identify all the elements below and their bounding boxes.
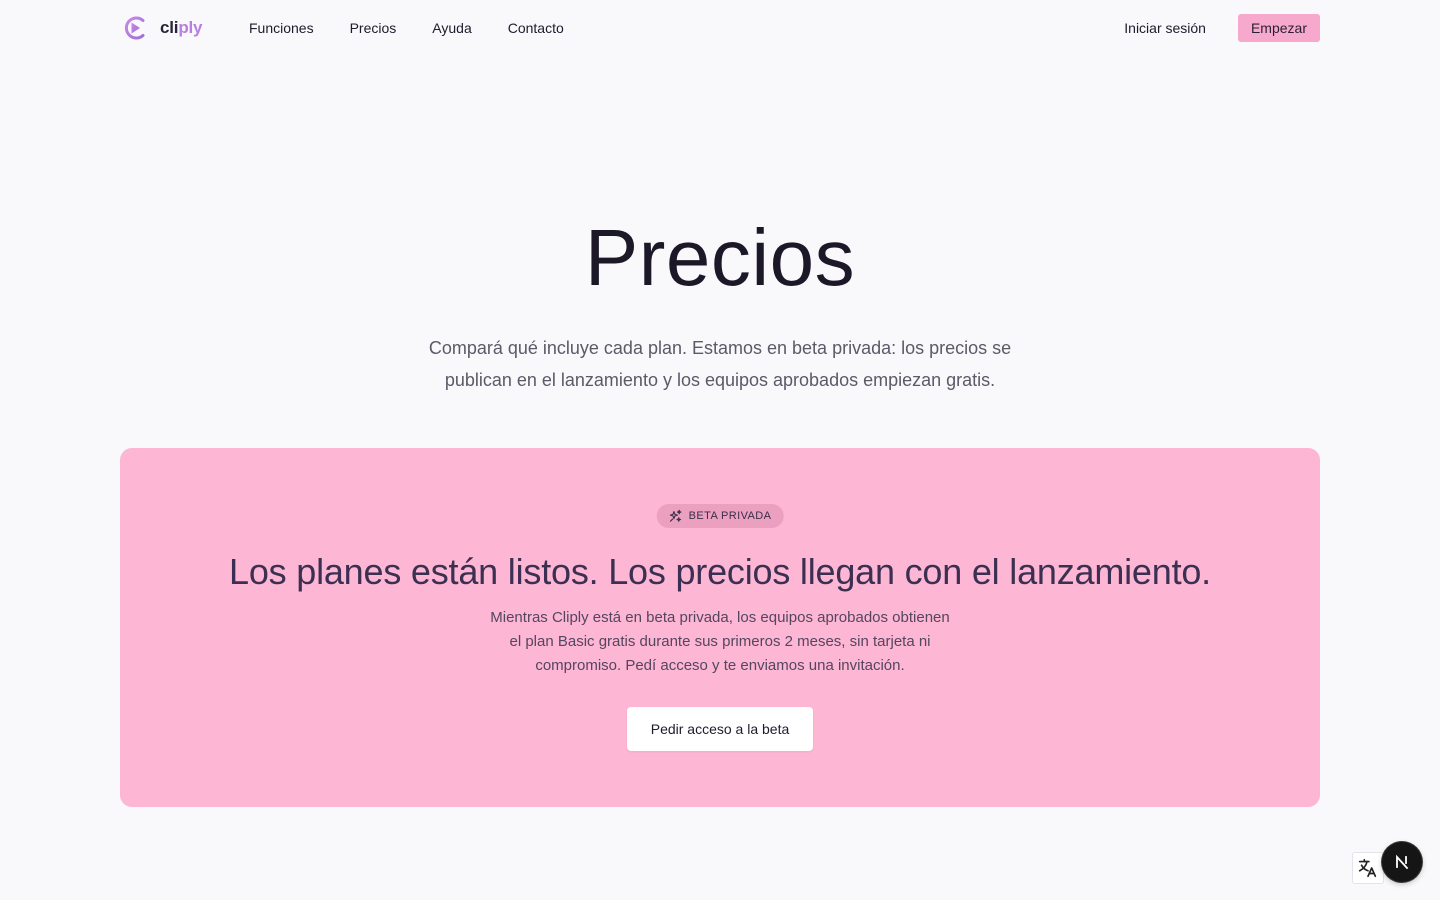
nav-item-precios[interactable]: Precios	[350, 18, 397, 38]
get-started-button[interactable]: Empezar	[1237, 14, 1320, 42]
logo-text-part1: cli	[160, 18, 179, 37]
beta-badge-label: BETA PRIVADA	[688, 510, 772, 522]
nav-item-ayuda[interactable]: Ayuda	[432, 18, 471, 38]
page-title: Precios	[584, 213, 856, 302]
logo-text-part2: ply	[178, 18, 203, 37]
site-header: cliply Funciones Precios Ayuda Contacto …	[0, 0, 1440, 56]
logo-link[interactable]: cliply	[122, 14, 202, 42]
beta-card-title: Los planes están listos. Los precios lle…	[229, 551, 1211, 592]
beta-card: BETA PRIVADA Los planes están listos. Lo…	[120, 448, 1320, 807]
beta-card-description: Mientras Cliply está en beta privada, lo…	[490, 609, 950, 674]
translate-icon	[1358, 858, 1377, 878]
nav-item-contacto[interactable]: Contacto	[508, 18, 564, 38]
beta-badge: BETA PRIVADA	[656, 504, 784, 528]
nextjs-n-icon	[1396, 854, 1409, 870]
request-beta-access-button[interactable]: Pedir acceso a la beta	[627, 707, 813, 751]
auth-actions: Iniciar sesión Empezar	[1124, 14, 1320, 42]
translate-button[interactable]	[1352, 852, 1384, 884]
logo-text: cliply	[160, 14, 202, 42]
play-circle-logo-icon	[124, 16, 145, 40]
nextjs-dev-badge[interactable]	[1382, 842, 1422, 882]
main-nav: Funciones Precios Ayuda Contacto	[249, 18, 564, 38]
sparkles-icon	[669, 509, 682, 522]
page-subtitle: Compará qué incluye cada plan. Estamos e…	[428, 338, 1012, 390]
hero-section: Precios Compará qué incluye cada plan. E…	[0, 212, 1440, 396]
login-link[interactable]: Iniciar sesión	[1124, 14, 1206, 42]
nav-item-funciones[interactable]: Funciones	[249, 18, 314, 38]
